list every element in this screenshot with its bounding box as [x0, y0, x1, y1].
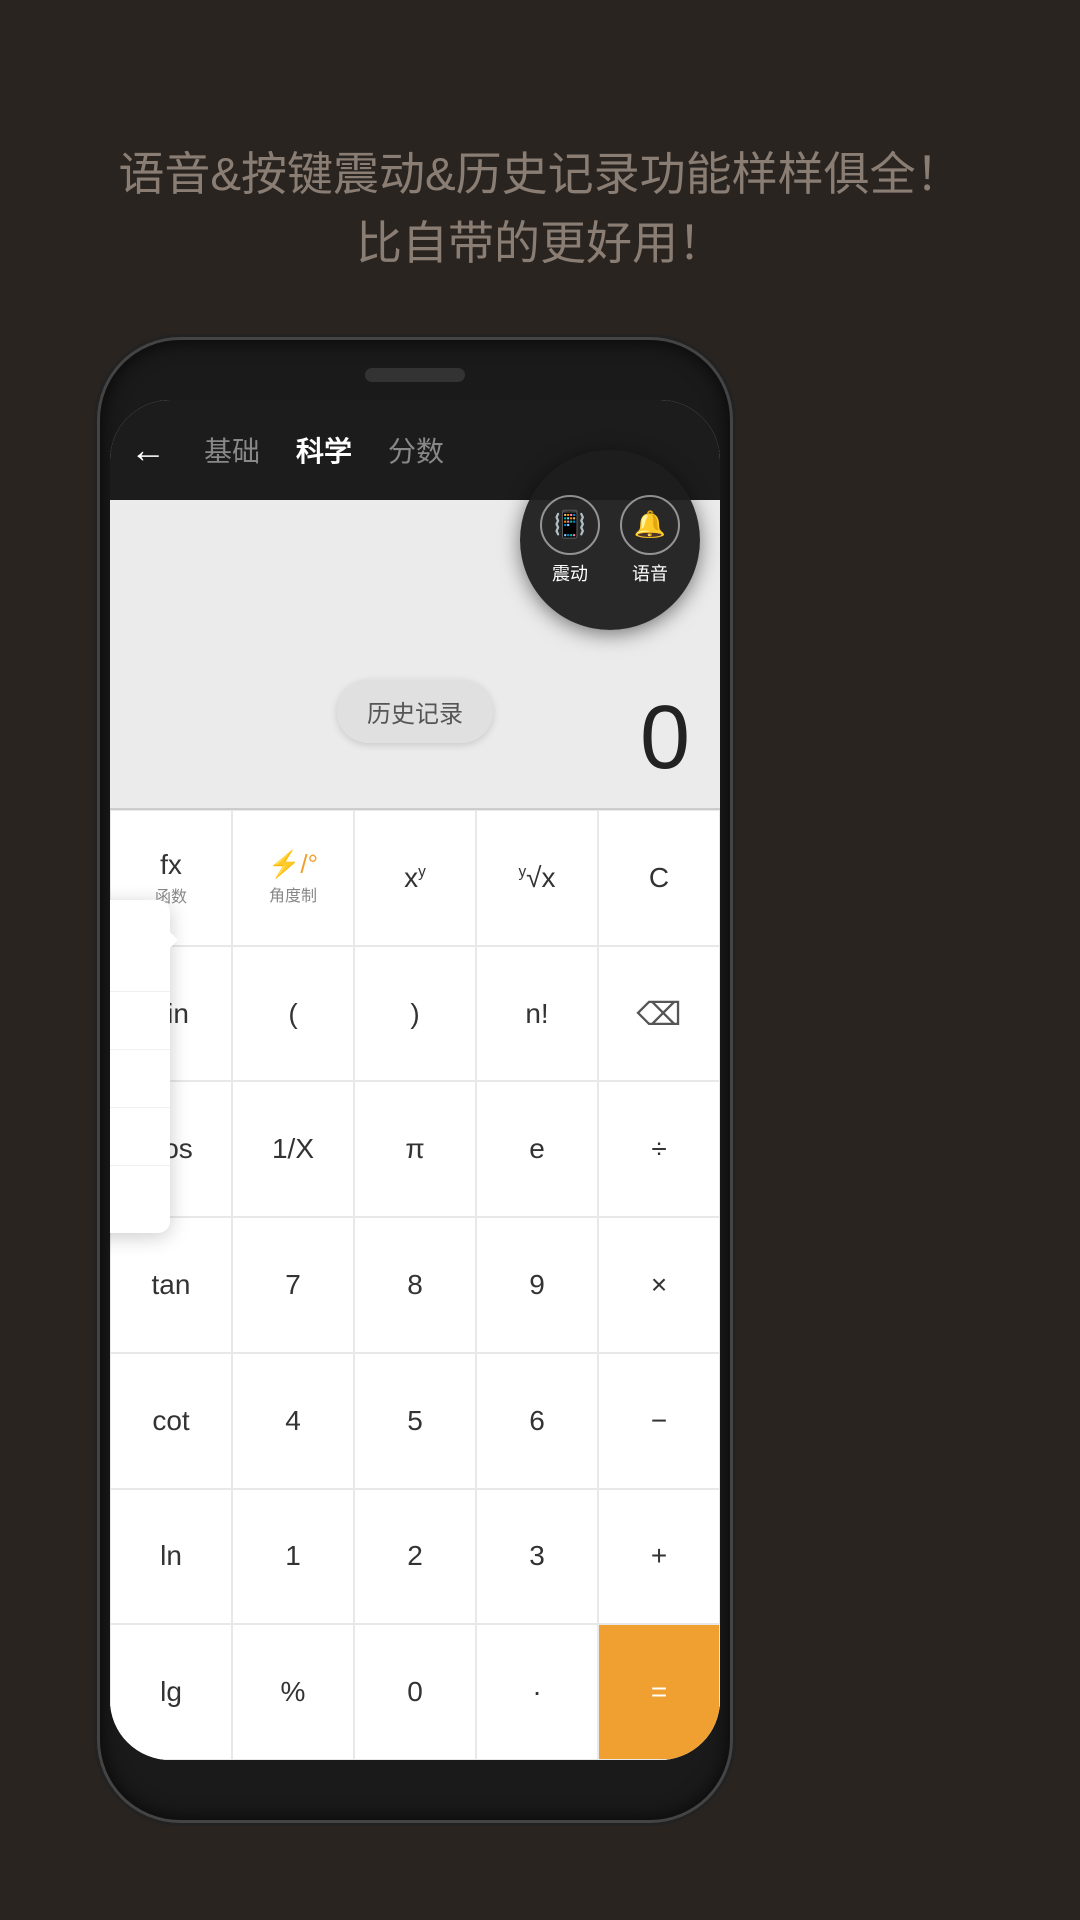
- inv-cot[interactable]: cot-1: [110, 1166, 170, 1223]
- key-ln[interactable]: ln: [110, 1489, 232, 1625]
- key-equals[interactable]: =: [598, 1624, 720, 1760]
- voice-label: 语音: [632, 560, 668, 586]
- key-reciprocal[interactable]: 1/X: [232, 1081, 354, 1217]
- key-divide[interactable]: ÷: [598, 1081, 720, 1217]
- key-pi[interactable]: π: [354, 1081, 476, 1217]
- phone-screen: ← 基础 科学 分数 📳 震动 🔔 语音 0 历史记录: [110, 400, 720, 1760]
- key-add[interactable]: +: [598, 1489, 720, 1625]
- popup-menu: 📳 震动 🔔 语音: [520, 450, 700, 630]
- key-9[interactable]: 9: [476, 1217, 598, 1353]
- key-tan[interactable]: tan: [110, 1217, 232, 1353]
- back-button[interactable]: ←: [130, 429, 166, 471]
- vibrate-icon: 📳: [540, 495, 600, 555]
- key-percent[interactable]: %: [232, 1624, 354, 1760]
- voice-toggle[interactable]: 🔔 语音: [620, 495, 680, 586]
- key-angle[interactable]: ⚡/° 角度制: [232, 810, 354, 946]
- key-6[interactable]: 6: [476, 1353, 598, 1489]
- key-factorial[interactable]: n!: [476, 946, 598, 1082]
- key-7[interactable]: 7: [232, 1217, 354, 1353]
- key-close-paren[interactable]: ): [354, 946, 476, 1082]
- key-clear[interactable]: C: [598, 810, 720, 946]
- history-button[interactable]: 历史记录: [337, 680, 493, 743]
- key-3[interactable]: 3: [476, 1489, 598, 1625]
- inverse-function-popup: fx-1 反函数 sin-1 cos-1 tan-1 cot-1: [110, 900, 170, 1233]
- key-e[interactable]: e: [476, 1081, 598, 1217]
- inv-fx[interactable]: fx-1 反函数: [110, 910, 170, 992]
- key-subtract[interactable]: −: [598, 1353, 720, 1489]
- promo-line1: 语音&按键震动&历史记录功能样样俱全！: [0, 140, 1080, 209]
- key-1[interactable]: 1: [232, 1489, 354, 1625]
- key-5[interactable]: 5: [354, 1353, 476, 1489]
- voice-icon: 🔔: [620, 495, 680, 555]
- key-dot[interactable]: ·: [476, 1624, 598, 1760]
- keypad: fx 函数 ⚡/° 角度制 xy y√x C sin (: [110, 810, 720, 1760]
- inv-sin[interactable]: sin-1: [110, 992, 170, 1050]
- speaker: [365, 368, 465, 382]
- key-multiply[interactable]: ×: [598, 1217, 720, 1353]
- key-cot[interactable]: cot: [110, 1353, 232, 1489]
- tab-basic[interactable]: 基础: [204, 430, 260, 470]
- inv-cos[interactable]: cos-1: [110, 1050, 170, 1108]
- key-open-paren[interactable]: (: [232, 946, 354, 1082]
- promo-line2: 比自带的更好用！: [0, 209, 1080, 278]
- promo-text: 语音&按键震动&历史记录功能样样俱全！ 比自带的更好用！: [0, 140, 1080, 278]
- key-4[interactable]: 4: [232, 1353, 354, 1489]
- vibrate-toggle[interactable]: 📳 震动: [540, 495, 600, 586]
- key-8[interactable]: 8: [354, 1217, 476, 1353]
- vibrate-label: 震动: [552, 560, 588, 586]
- key-0[interactable]: 0: [354, 1624, 476, 1760]
- phone-shell: ← 基础 科学 分数 📳 震动 🔔 语音 0 历史记录: [100, 340, 730, 1820]
- inv-tan[interactable]: tan-1: [110, 1108, 170, 1166]
- key-power[interactable]: xy: [354, 810, 476, 946]
- key-root[interactable]: y√x: [476, 810, 598, 946]
- key-backspace[interactable]: ⌫: [598, 946, 720, 1082]
- display-value: 0: [640, 687, 690, 790]
- key-lg[interactable]: lg: [110, 1624, 232, 1760]
- tab-science[interactable]: 科学: [296, 430, 352, 470]
- key-2[interactable]: 2: [354, 1489, 476, 1625]
- tab-fraction[interactable]: 分数: [388, 430, 444, 470]
